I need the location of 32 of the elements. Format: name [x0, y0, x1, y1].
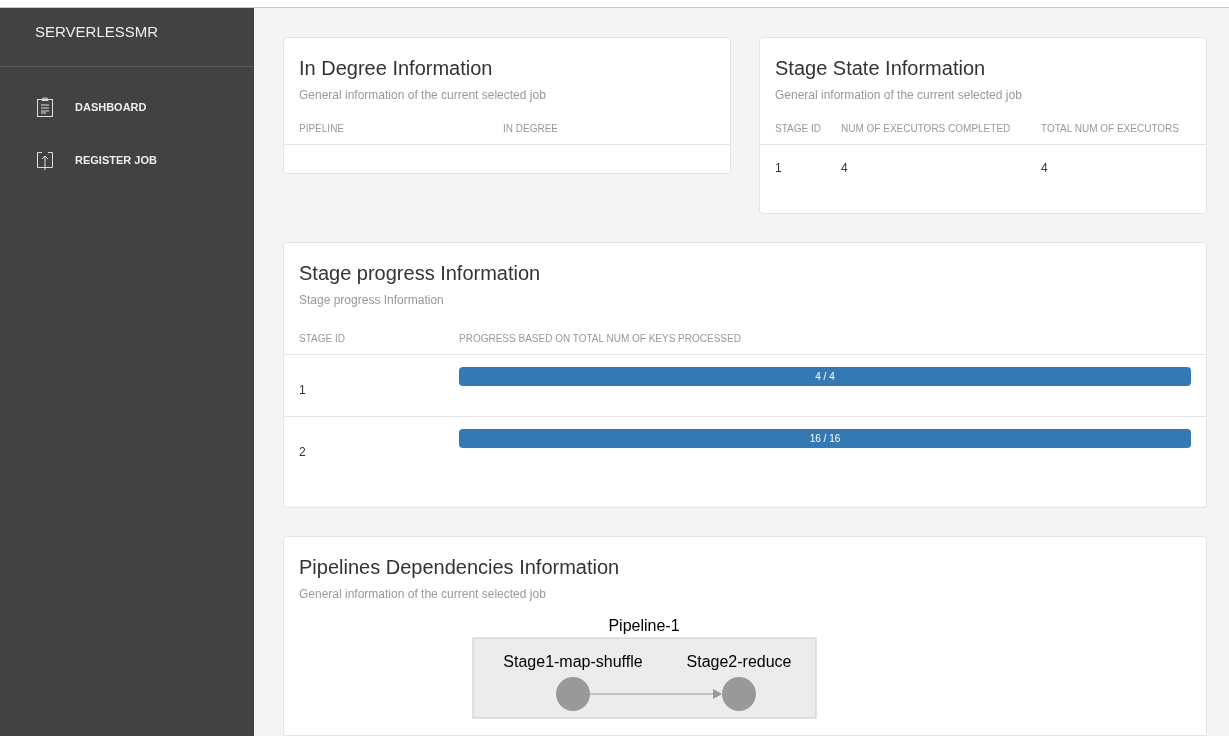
table-cell-text: 2 [299, 444, 307, 461]
upload-icon [37, 150, 53, 170]
stage-node [556, 677, 590, 711]
card-subtitle: General information of the current selected job [775, 87, 1023, 104]
sidebar-item[interactable]: REGISTER JOB [0, 150, 254, 170]
column-header: STAGE ID [299, 332, 346, 346]
column-header: STAGE ID [775, 122, 822, 136]
app-title: SERVERLESSMR [35, 23, 159, 40]
stage-node [722, 677, 756, 711]
progress-reading: 4 / 4 [814, 370, 836, 384]
progress-reading: 16 / 16 [808, 432, 842, 446]
column-header: TOTAL NUM OF EXECUTORS [1041, 122, 1179, 136]
sidebar-item[interactable]: DASHBOARD [0, 97, 254, 117]
card-title: Pipelines Dependencies Information [299, 555, 621, 580]
card-title: Stage State Information [775, 56, 987, 81]
table-cell-text: 1 [775, 160, 783, 177]
card-subtitle: Stage progress Information [299, 292, 445, 309]
column-header: NUM OF EXECUTORS COMPLETED [841, 122, 1012, 136]
table-cell-text: 4 [841, 160, 849, 177]
card-title: In Degree Information [299, 56, 494, 81]
column-header: PIPELINE [299, 122, 346, 136]
clipboard-icon [37, 97, 53, 117]
card-subtitle: General information of the current selected job [299, 87, 547, 104]
table-cell-text: 4 [1041, 160, 1048, 177]
table-cell-text: 1 [299, 382, 307, 399]
column-header: IN DEGREE [503, 122, 558, 136]
stage-label: Stage1-map-shuffle [503, 653, 643, 670]
stage-label: Stage2-reduce [686, 653, 792, 670]
card-subtitle: General information of the current selected job [299, 586, 547, 603]
pipeline-label: Pipeline-1 [608, 617, 680, 634]
column-header: PROGRESS BASED ON TOTAL NUM OF KEYS PROCESSED [459, 332, 741, 346]
card-title: Stage progress Information [299, 261, 542, 286]
